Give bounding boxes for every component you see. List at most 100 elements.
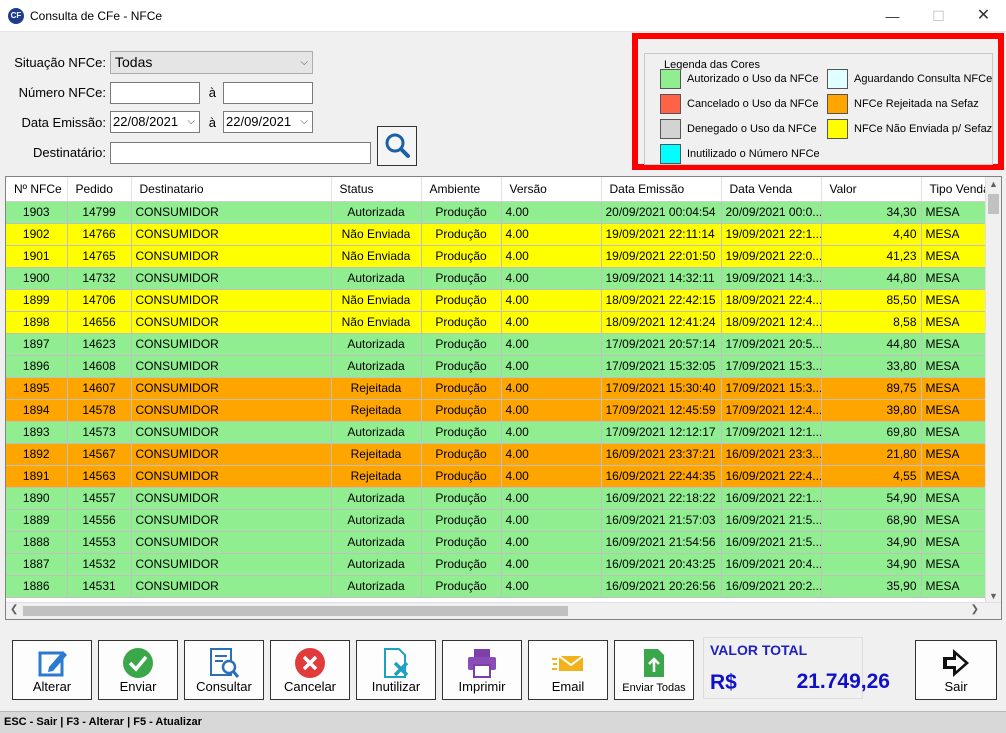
- imprimir-button[interactable]: Imprimir: [442, 640, 522, 700]
- table-cell-nfce: 1899: [6, 289, 68, 312]
- table-row[interactable]: 1890 14557 CONSUMIDOR Autorizada Produção 4.0…: [6, 487, 987, 510]
- scroll-thumb[interactable]: [988, 194, 999, 214]
- chevron-down-icon: ⌵: [187, 116, 195, 127]
- inutilizar-button[interactable]: Inutilizar: [356, 640, 436, 700]
- email-button[interactable]: Email: [528, 640, 608, 700]
- table-cell-pedido: 14567: [67, 443, 132, 466]
- data-from-picker[interactable]: 22/08/2021 ⌵: [110, 111, 200, 133]
- table-cell-nfce: 1895: [6, 377, 68, 400]
- minimize-button[interactable]: —: [870, 0, 915, 32]
- table-cell-tipo: MESA: [921, 201, 987, 224]
- col-header[interactable]: Destinatario: [131, 177, 332, 202]
- table-cell-venda: 16/09/2021 21:5...: [721, 531, 822, 554]
- table-cell-amb: Produção: [421, 245, 502, 268]
- col-header[interactable]: Tipo Venda: [921, 177, 987, 202]
- consultar-button[interactable]: Consultar: [184, 640, 264, 700]
- table-cell-versao: 4.00: [501, 289, 602, 312]
- table-cell-amb: Produção: [421, 487, 502, 510]
- enviar-todas-button[interactable]: Enviar Todas: [614, 640, 694, 700]
- situacao-select[interactable]: Todas ⌵: [110, 51, 313, 74]
- table-cell-venda: 19/09/2021 14:3...: [721, 267, 822, 290]
- table-row[interactable]: 1886 14531 CONSUMIDOR Autorizada Produção 4.0…: [6, 575, 987, 598]
- table-row[interactable]: 1893 14573 CONSUMIDOR Autorizada Produção 4.0…: [6, 421, 987, 444]
- col-header[interactable]: Nº NFCe: [6, 177, 68, 202]
- col-header[interactable]: Versão: [501, 177, 602, 202]
- col-header[interactable]: Data Venda: [721, 177, 822, 202]
- table-row[interactable]: 1900 14732 CONSUMIDOR Autorizada Produção 4.0…: [6, 267, 987, 290]
- nfce-grid[interactable]: Nº NFCe Pedido Destinatario Status Ambie…: [5, 176, 1002, 620]
- legend-label: Cancelado o Uso da NFCe: [687, 98, 819, 110]
- table-cell-tipo: MESA: [921, 333, 987, 356]
- table-cell-venda: 16/09/2021 20:2...: [721, 575, 822, 598]
- table-cell-valor: 68,90: [821, 509, 922, 532]
- table-cell-tipo: MESA: [921, 289, 987, 312]
- table-cell-amb: Produção: [421, 443, 502, 466]
- table-cell-venda: 16/09/2021 22:4...: [721, 465, 822, 488]
- search-icon: [385, 133, 410, 158]
- table-cell-dest: CONSUMIDOR: [131, 355, 332, 378]
- table-cell-nfce: 1886: [6, 575, 68, 598]
- table-cell-pedido: 14553: [67, 531, 132, 554]
- table-row[interactable]: 1887 14532 CONSUMIDOR Autorizada Produção 4.0…: [6, 553, 987, 576]
- col-header[interactable]: Ambiente: [421, 177, 502, 202]
- table-row[interactable]: 1896 14608 CONSUMIDOR Autorizada Produção 4.0…: [6, 355, 987, 378]
- horizontal-scrollbar[interactable]: ❮ ❯: [6, 602, 1001, 619]
- col-header[interactable]: Data Emissão: [601, 177, 722, 202]
- col-header[interactable]: Pedido: [67, 177, 132, 202]
- close-button[interactable]: ✕: [961, 0, 1006, 32]
- table-cell-emissao: 16/09/2021 20:43:25: [601, 553, 722, 576]
- table-row[interactable]: 1897 14623 CONSUMIDOR Autorizada Produção 4.0…: [6, 333, 987, 356]
- scroll-left-icon[interactable]: ❮: [10, 604, 18, 615]
- scroll-thumb[interactable]: [23, 606, 568, 616]
- table-cell-status: Rejeitada: [331, 443, 422, 466]
- col-header[interactable]: Status: [331, 177, 422, 202]
- destinatario-input[interactable]: [110, 142, 371, 164]
- scroll-up-icon[interactable]: ▲: [989, 179, 998, 189]
- table-row[interactable]: 1903 14799 CONSUMIDOR Autorizada Produção 4.0…: [6, 201, 987, 224]
- table-row[interactable]: 1899 14706 CONSUMIDOR Não Enviada Produção 4.…: [6, 289, 987, 312]
- table-row[interactable]: 1895 14607 CONSUMIDOR Rejeitada Produção 4.00…: [6, 377, 987, 400]
- table-cell-nfce: 1896: [6, 355, 68, 378]
- legend-swatch: [827, 94, 848, 114]
- search-button[interactable]: [377, 126, 417, 166]
- alterar-button[interactable]: Alterar: [12, 640, 92, 700]
- numero-to-input[interactable]: [223, 82, 313, 104]
- table-cell-nfce: 1900: [6, 267, 68, 290]
- table-row[interactable]: 1894 14578 CONSUMIDOR Rejeitada Produção 4.00…: [6, 399, 987, 422]
- enviar-button[interactable]: Enviar: [98, 640, 178, 700]
- table-row[interactable]: 1902 14766 CONSUMIDOR Não Enviada Produção 4.…: [6, 223, 987, 246]
- scroll-right-icon[interactable]: ❯: [971, 604, 979, 615]
- table-row[interactable]: 1891 14563 CONSUMIDOR Rejeitada Produção 4.00…: [6, 465, 987, 488]
- sair-button[interactable]: Sair: [915, 640, 997, 700]
- table-row[interactable]: 1892 14567 CONSUMIDOR Rejeitada Produção 4.00…: [6, 443, 987, 466]
- legend-group: Legenda das Cores Autorizado o Uso da NF…: [644, 53, 993, 165]
- enviar-todas-label: Enviar Todas: [622, 682, 686, 694]
- numero-from-input[interactable]: [110, 82, 200, 104]
- table-cell-tipo: MESA: [921, 575, 987, 598]
- table-cell-valor: 33,80: [821, 355, 922, 378]
- legend-swatch: [660, 94, 681, 114]
- valor-total-label: VALOR TOTAL: [710, 642, 808, 658]
- enviar-label: Enviar: [119, 679, 157, 694]
- table-cell-status: Autorizada: [331, 531, 422, 554]
- cancelar-button[interactable]: Cancelar: [270, 640, 350, 700]
- table-row[interactable]: 1901 14765 CONSUMIDOR Não Enviada Produção 4.…: [6, 245, 987, 268]
- printer-icon: [468, 649, 496, 678]
- maximize-button[interactable]: ☐: [916, 0, 961, 32]
- table-cell-valor: 41,23: [821, 245, 922, 268]
- table-cell-tipo: MESA: [921, 531, 987, 554]
- col-header[interactable]: Valor: [821, 177, 922, 202]
- table-row[interactable]: 1889 14556 CONSUMIDOR Autorizada Produção 4.0…: [6, 509, 987, 532]
- table-cell-dest: CONSUMIDOR: [131, 377, 332, 400]
- table-cell-nfce: 1887: [6, 553, 68, 576]
- vertical-scrollbar[interactable]: ▲ ▼: [985, 177, 1001, 603]
- data-to-picker[interactable]: 22/09/2021 ⌵: [223, 111, 313, 133]
- table-cell-dest: CONSUMIDOR: [131, 201, 332, 224]
- table-row[interactable]: 1888 14553 CONSUMIDOR Autorizada Produção 4.0…: [6, 531, 987, 554]
- table-cell-dest: CONSUMIDOR: [131, 553, 332, 576]
- table-cell-versao: 4.00: [501, 377, 602, 400]
- table-cell-amb: Produção: [421, 377, 502, 400]
- table-cell-tipo: MESA: [921, 487, 987, 510]
- table-row[interactable]: 1898 14656 CONSUMIDOR Não Enviada Produção 4.…: [6, 311, 987, 334]
- scroll-down-icon[interactable]: ▼: [989, 591, 998, 601]
